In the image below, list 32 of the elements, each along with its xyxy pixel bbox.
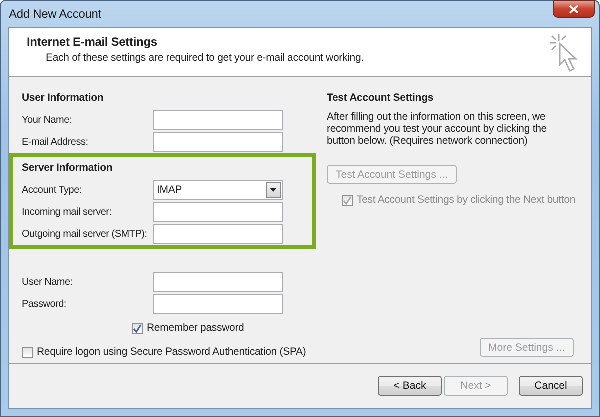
close-button[interactable]: [553, 0, 595, 18]
description-text: After filling out the information on this screen, we recommend you test your account by clicking the button below. (Requires network connection): [327, 111, 548, 147]
field-label: Incoming mail server:: [22, 206, 113, 218]
close-icon: [569, 4, 579, 14]
field-label: Outgoing mail server (SMTP):: [22, 228, 148, 240]
input-field[interactable]: [153, 202, 283, 222]
field-label: Your Name:: [22, 114, 73, 126]
input-field[interactable]: [153, 294, 283, 314]
checkmark-icon: [343, 196, 352, 204]
page-title: Internet E-mail Settings: [27, 35, 158, 49]
window-title: Add New Account: [9, 7, 102, 21]
section-heading: Test Account Settings: [327, 91, 434, 106]
field-label: User Name:: [22, 276, 74, 288]
field-label: Account Type:: [22, 184, 83, 196]
input-field[interactable]: [153, 272, 283, 292]
checkbox[interactable]: [22, 346, 33, 358]
section-heading: Server Information: [22, 161, 114, 176]
remember-password-checkbox[interactable]: Remember password: [22, 317, 319, 339]
caret-icon: [270, 188, 277, 192]
checkmark-icon: [133, 324, 142, 332]
page-subtitle: Each of these settings are required to get your e-mail account working.: [45, 52, 364, 64]
input-field[interactable]: [153, 110, 283, 130]
section-heading: User Information: [22, 91, 105, 106]
field-label: E-mail Address:: [22, 136, 90, 148]
checkbox[interactable]: [132, 322, 143, 334]
wizard-button[interactable]: < Back: [378, 376, 442, 396]
input-field[interactable]: [153, 132, 283, 152]
spa-checkbox[interactable]: Require logon using Secure Password Authentication (SPA): [22, 341, 319, 363]
field-label: Password:: [22, 298, 68, 310]
input-field[interactable]: [153, 224, 283, 244]
account-type-dropdown[interactable]: IMAP: [153, 180, 283, 200]
wizard-button[interactable]: Cancel: [519, 376, 583, 396]
